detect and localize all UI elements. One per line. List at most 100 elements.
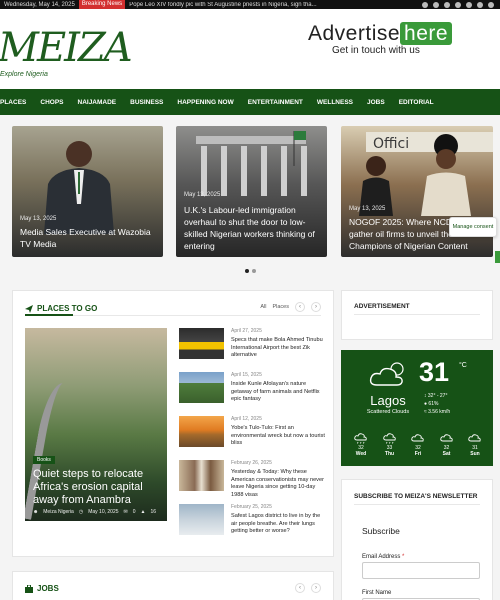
cloud-icon	[437, 433, 457, 445]
tiktok-icon[interactable]	[477, 1, 483, 8]
feature-article[interactable]: Books Quiet steps to relocate Africa's e…	[25, 328, 167, 521]
article-thumbnail[interactable]	[179, 328, 224, 359]
facebook-icon[interactable]	[422, 1, 428, 8]
cloud-sun-icon	[369, 362, 404, 386]
ad-headline: Advertise	[308, 22, 401, 45]
nav-item-jobs[interactable]: JOBS	[360, 99, 392, 106]
article-title[interactable]: Specs that make Bola Ahmed Tinubu Intern…	[231, 337, 325, 360]
article-thumbnail[interactable]	[179, 416, 224, 447]
social-icons	[422, 1, 500, 8]
section-heading: PLACES TO GO	[25, 304, 97, 313]
header-ad-banner[interactable]: Advertise here Get in touch with us	[308, 22, 458, 62]
forecast-day: 33 Thu	[380, 433, 400, 457]
forecast-day-label: Wed	[355, 451, 367, 457]
article-date: April 27, 2025	[231, 328, 262, 334]
nav-item-editorial[interactable]: EDITORIAL	[392, 99, 441, 106]
like-count: 16	[150, 509, 157, 515]
list-item[interactable]: April 12, 2025 Yobe's Tulo-Tulo: First a…	[179, 416, 325, 459]
slide-card[interactable]: Offici May 13, 2025 NOGOF 2025: Where NC…	[341, 126, 493, 257]
site-header: MEIZA Explore Nigeria Advertise here Get …	[0, 9, 500, 89]
section-tabs: All Places ‹ ›	[260, 302, 321, 312]
cloud-icon	[465, 433, 485, 445]
temp-unit: °C	[459, 362, 467, 369]
article-date: April 12, 2025	[231, 416, 262, 422]
clock-icon: ◷	[78, 509, 84, 515]
tab-places[interactable]: Places	[272, 304, 289, 310]
forecast-day: 32 Fri	[408, 433, 428, 457]
main-nav: PLACES CHOPS NAIJAMADE BUSINESS HAPPENIN…	[0, 89, 500, 115]
forecast-day: 31 Sun	[465, 433, 485, 457]
places-section: PLACES TO GO All Places ‹ › Books Quiet …	[12, 290, 334, 557]
article-title[interactable]: Yobe's Tulo-Tulo: First an environmental…	[231, 425, 325, 448]
nav-item-happening-now[interactable]: HAPPENING NOW	[170, 99, 240, 106]
logo-wordmark: MEIZA	[0, 25, 133, 71]
rss-icon[interactable]	[488, 1, 494, 8]
nav-item-business[interactable]: BUSINESS	[123, 99, 170, 106]
site-logo[interactable]: MEIZA Explore Nigeria	[0, 21, 133, 81]
nav-item-wellness[interactable]: WELLNESS	[310, 99, 360, 106]
prev-arrow-icon[interactable]: ‹	[295, 302, 305, 312]
widget-title: SUBSCRIBE TO MEIZA'S NEWSLETTER	[354, 493, 478, 500]
article-title[interactable]: Safest Lagos district to live in by the …	[231, 513, 325, 536]
email-label: Email Address *	[362, 554, 404, 560]
sidebar-ad-widget: ADVERTISEMENT	[341, 290, 493, 340]
nav-item-naijamade[interactable]: NAIJAMADE	[71, 99, 124, 106]
slider-dots	[245, 269, 256, 273]
manage-consent-button[interactable]: Manage consent	[449, 217, 497, 237]
email-label-text: Email Address	[362, 554, 401, 560]
feature-date: May 10, 2025	[88, 509, 119, 515]
forecast-day: 32 Sat	[437, 433, 457, 457]
list-item[interactable]: April 27, 2025 Specs that make Bola Ahme…	[179, 328, 325, 371]
instagram-icon[interactable]	[466, 1, 472, 8]
youtube-icon[interactable]	[455, 1, 461, 8]
article-title[interactable]: Inside Kunle Afolayan's nature getaway o…	[231, 381, 325, 404]
feature-title[interactable]: Quiet steps to relocate Africa's erosion…	[33, 468, 161, 507]
widget-divider	[354, 314, 480, 315]
nav-item-chops[interactable]: CHOPS	[33, 99, 70, 106]
forecast-day-label: Fri	[414, 451, 422, 457]
slider-dot[interactable]	[245, 269, 249, 273]
comment-icon: ✉	[123, 509, 128, 515]
prev-arrow-icon[interactable]: ‹	[295, 583, 305, 593]
category-badge[interactable]: Books	[33, 456, 55, 464]
nav-item-places[interactable]: PLACES	[0, 99, 33, 106]
article-date: February 26, 2025	[231, 460, 272, 466]
article-list: April 27, 2025 Specs that make Bola Ahme…	[179, 328, 325, 548]
slide-date: May 13, 2025	[349, 206, 386, 212]
slide-title[interactable]: U.K.'s Labour-led immigration overhaul t…	[184, 204, 319, 252]
slider-dot[interactable]	[252, 269, 256, 273]
current-temp: 31	[419, 357, 450, 387]
logo-tagline: Explore Nigeria	[0, 71, 48, 78]
news-ticker[interactable]: Pope Leo XIV fondly pic with St Augustin…	[125, 2, 422, 8]
next-arrow-icon[interactable]: ›	[311, 583, 321, 593]
email-field[interactable]	[362, 562, 480, 579]
feature-author[interactable]: Meiza Nigeria	[43, 509, 74, 515]
article-thumbnail[interactable]	[179, 504, 224, 535]
slide-card[interactable]: May 13, 2025 Media Sales Executive at Wa…	[12, 126, 163, 257]
weather-forecast: 32 Wed 33 Thu 32 Fri 32 Sat 31 Sun	[351, 433, 485, 457]
list-item[interactable]: February 25, 2025 Safest Lagos district …	[179, 504, 325, 547]
slide-title[interactable]: Media Sales Executive at Wazobia TV Medi…	[20, 226, 155, 250]
section-tabs: ‹ ›	[295, 583, 321, 593]
slide-photo: Offici	[359, 132, 493, 216]
article-thumbnail[interactable]	[179, 460, 224, 491]
slide-card[interactable]: May 13, 2025 U.K.'s Labour-led immigrati…	[176, 126, 327, 257]
forecast-day-label: Thu	[384, 451, 395, 457]
article-date: February 25, 2025	[231, 504, 272, 510]
article-title[interactable]: Yesterday & Today: Why these American co…	[231, 469, 325, 499]
list-item[interactable]: February 26, 2025 Yesterday & Today: Why…	[179, 460, 325, 503]
article-thumbnail[interactable]	[179, 372, 224, 403]
humidity-value: 61%	[428, 401, 439, 407]
slide-photo	[196, 131, 307, 196]
weather-widget: 31 °C Lagos Scattered Clouds ↕ 32° - 27°…	[341, 350, 493, 466]
twitter-icon[interactable]	[433, 1, 439, 8]
forecast-day-label: Sat	[442, 451, 451, 457]
temp-range: 32° - 27°	[427, 393, 448, 399]
list-item[interactable]: April 15, 2025 Inside Kunle Afolayan's n…	[179, 372, 325, 415]
nav-item-entertainment[interactable]: ENTERTAINMENT	[241, 99, 310, 106]
tab-all[interactable]: All	[260, 304, 266, 310]
next-arrow-icon[interactable]: ›	[311, 302, 321, 312]
side-tab[interactable]	[495, 251, 500, 263]
linkedin-icon[interactable]	[444, 1, 450, 8]
widget-divider	[354, 504, 480, 505]
